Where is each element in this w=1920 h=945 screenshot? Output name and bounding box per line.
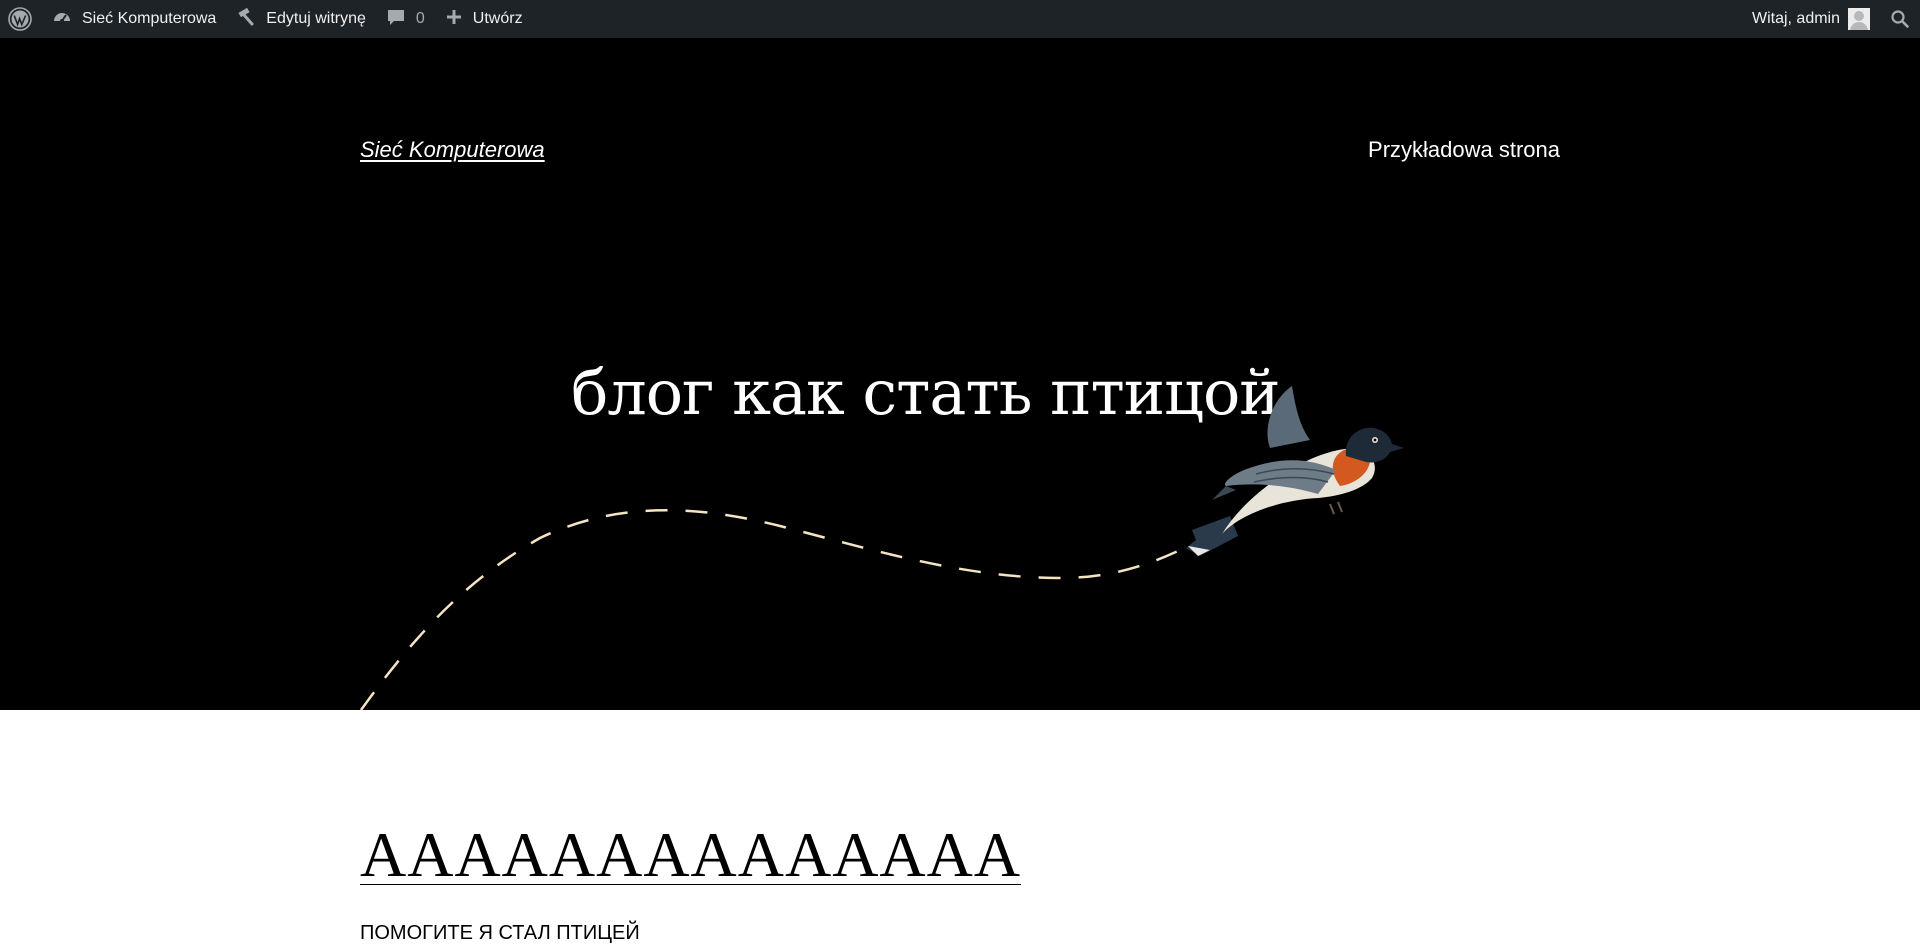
plus-icon xyxy=(445,8,463,31)
wordpress-logo-icon[interactable] xyxy=(0,0,42,38)
admin-bar-comments[interactable]: 0 xyxy=(376,0,435,38)
hammer-icon xyxy=(236,7,256,32)
site-name-label: Sieć Komputerowa xyxy=(82,10,217,27)
admin-bar-new[interactable]: Utwórz xyxy=(435,0,533,38)
admin-bar-edit-site[interactable]: Edytuj witrynę xyxy=(226,0,376,38)
dashed-trail xyxy=(359,509,1196,710)
post-title-link[interactable]: АААААААААААААA xyxy=(360,818,1021,892)
admin-bar: Sieć Komputerowa Edytuj witrynę 0 Utwórz… xyxy=(0,0,1920,38)
admin-bar-left: Sieć Komputerowa Edytuj witrynę 0 Utwórz xyxy=(0,0,533,38)
bird-icon xyxy=(1186,386,1404,556)
avatar xyxy=(1848,8,1870,30)
comments-count: 0 xyxy=(415,10,425,27)
edit-site-label: Edytuj witrynę xyxy=(266,10,366,27)
hero-section: Sieć Komputerowa Przykładowa strona блог… xyxy=(0,38,1920,710)
comment-bubble-icon xyxy=(386,7,406,32)
search-icon[interactable] xyxy=(1880,0,1920,38)
bird-illustration xyxy=(359,386,1404,710)
admin-bar-account[interactable]: Witaj, admin xyxy=(1742,0,1880,38)
admin-bar-right: Witaj, admin xyxy=(1742,0,1920,38)
dashboard-icon xyxy=(52,7,72,32)
greeting-label: Witaj, admin xyxy=(1751,10,1840,27)
new-label: Utwórz xyxy=(472,10,523,27)
post-excerpt: ПОМОГИТЕ Я СТАЛ ПТИЦЕЙ xyxy=(360,922,640,944)
admin-bar-site-name[interactable]: Sieć Komputerowa xyxy=(42,0,226,38)
